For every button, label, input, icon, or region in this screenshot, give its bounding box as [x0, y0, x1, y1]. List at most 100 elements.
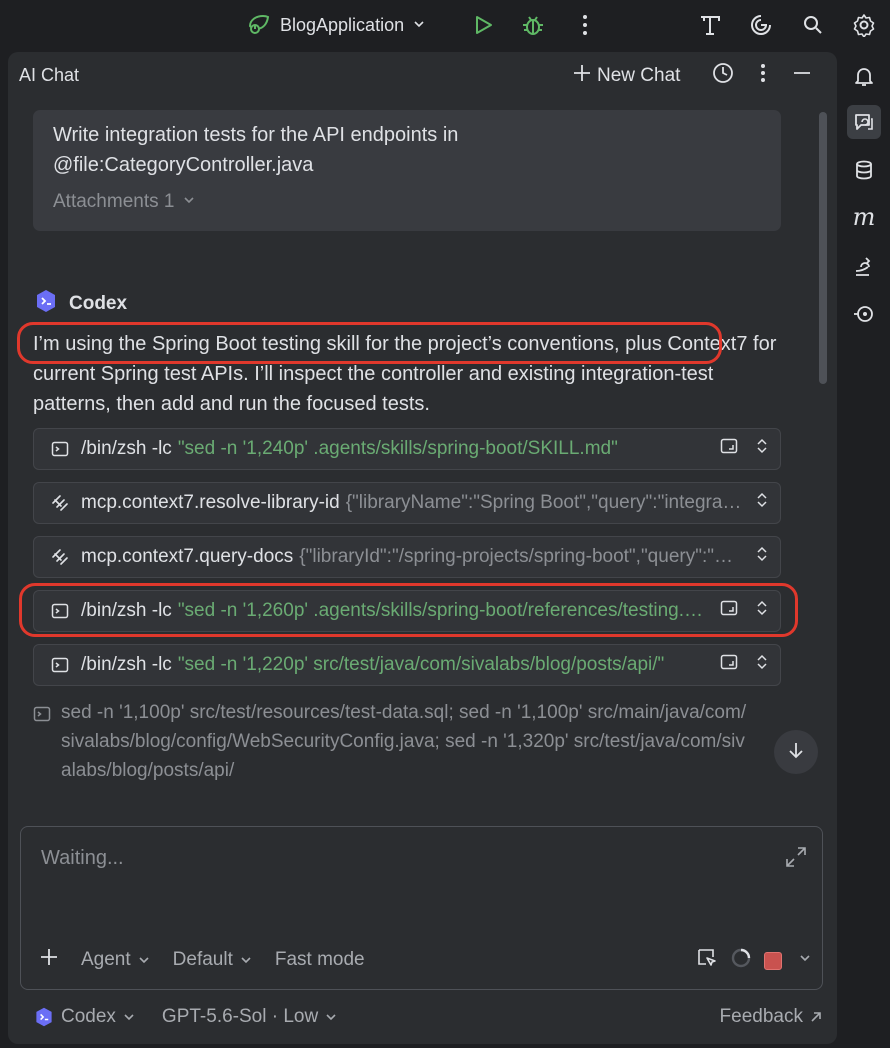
add-context-button[interactable] [39, 947, 59, 973]
file-mention[interactable]: @file:CategoryController.java [53, 150, 753, 180]
user-message-text: Write integration tests for the API endp… [53, 120, 753, 180]
select-element-icon[interactable] [696, 947, 718, 974]
chat-input-box[interactable]: Waiting... Agent Default Fast mode [20, 826, 823, 990]
terminal-icon [33, 698, 51, 785]
new-chat-label: New Chat [597, 65, 681, 86]
input-actions [696, 947, 812, 974]
version-control-icon[interactable] [850, 300, 878, 328]
tool-call-row[interactable]: /bin/zsh -lc "sed -n '1,260p' .agents/sk… [33, 590, 781, 632]
running-command-text: sed -n '1,100p' src/test/resources/test-… [61, 702, 747, 781]
run-configuration-selector[interactable]: BlogApplication [246, 10, 426, 40]
codex-logo-icon [36, 1007, 52, 1027]
database-icon[interactable] [850, 156, 878, 184]
feedback-label: Feedback [719, 1006, 803, 1027]
more-vertical-icon[interactable] [572, 12, 598, 38]
terminal-icon [49, 656, 71, 674]
expand-collapse-icon[interactable] [756, 437, 768, 461]
input-footer: Agent Default Fast mode [39, 947, 365, 973]
feedback-link[interactable]: Feedback [720, 1006, 823, 1028]
open-in-terminal-icon[interactable] [720, 653, 738, 677]
mcp-tool-icon [49, 548, 71, 566]
chevron-down-icon [412, 15, 426, 36]
minimize-button[interactable] [792, 63, 812, 89]
run-icon[interactable] [470, 12, 496, 38]
tool-command: mcp.context7.resolve-library-id [81, 492, 340, 513]
panel-options-button[interactable] [760, 63, 766, 89]
attachments-toggle[interactable]: Attachments 1 [53, 191, 196, 213]
chevron-down-icon [139, 957, 149, 964]
expand-collapse-icon[interactable] [756, 653, 768, 677]
run-configuration-label: BlogApplication [280, 14, 405, 35]
model-selector[interactable]: GPT-5.6-Sol · Low [162, 1006, 338, 1028]
search-icon[interactable] [800, 12, 826, 38]
tool-command: mcp.context7.query-docs [81, 546, 294, 567]
text-tool-icon[interactable] [697, 12, 723, 38]
chevron-down-icon [182, 191, 196, 213]
expand-collapse-icon[interactable] [756, 599, 768, 623]
user-message: Write integration tests for the API endp… [33, 110, 781, 231]
arrow-down-icon [786, 740, 806, 765]
codex-logo-icon [33, 288, 59, 320]
open-in-terminal-icon[interactable] [720, 437, 738, 461]
more-vertical-icon [760, 63, 766, 89]
ai-assistant-icon[interactable] [748, 12, 774, 38]
fast-mode-toggle[interactable]: Fast mode [275, 949, 365, 971]
tool-call-row[interactable]: /bin/zsh -lc "sed -n '1,220p' src/test/j… [33, 644, 781, 686]
expand-collapse-icon[interactable] [756, 545, 768, 569]
agent-label: Codex [61, 1006, 116, 1027]
tool-command: /bin/zsh -lc [81, 438, 172, 459]
top-toolbar: BlogApplication [0, 0, 890, 50]
assistant-message-text: I’m using the Spring Boot testing skill … [33, 329, 788, 419]
open-in-terminal-icon[interactable] [720, 599, 738, 623]
spring-boot-icon [246, 10, 272, 41]
terminal-icon [49, 440, 71, 458]
gear-icon[interactable] [851, 12, 877, 38]
model-label: GPT-5.6-Sol · Low [161, 1006, 319, 1027]
attachments-label: Attachments 1 [53, 191, 175, 212]
scroll-to-bottom-button[interactable] [774, 730, 818, 774]
stop-button[interactable] [764, 951, 782, 970]
tool-arguments: "sed -n '1,220p' src/test/java/com/sival… [177, 654, 665, 675]
chevron-down-icon [124, 1014, 134, 1021]
right-tool-strip: m [838, 50, 890, 1048]
maven-icon[interactable]: m [850, 203, 878, 231]
services-icon[interactable] [850, 252, 878, 280]
tool-arguments: "sed -n '1,240p' .agents/skills/spring-b… [177, 438, 618, 459]
mode-label: Agent [81, 949, 131, 970]
loading-spinner-icon [730, 947, 752, 974]
assistant-text-highlighted: I’m using the Spring Boot testing skill … [33, 333, 615, 355]
agent-selector[interactable]: Codex [33, 1006, 136, 1028]
chat-input-placeholder[interactable]: Waiting... [41, 847, 124, 870]
expand-icon[interactable] [784, 845, 808, 874]
mode-dropdown[interactable]: Agent [81, 949, 151, 971]
assistant-header: Codex [33, 288, 127, 320]
profile-label: Default [172, 949, 233, 970]
tool-arguments: "sed -n '1,260p' .agents/skills/spring-b… [177, 600, 710, 621]
tool-call-row[interactable]: mcp.context7.resolve-library-id {"librar… [33, 482, 781, 524]
tool-call-row[interactable]: /bin/zsh -lc "sed -n '1,240p' .agents/sk… [33, 428, 781, 470]
tool-command: /bin/zsh -lc [81, 600, 172, 621]
history-button[interactable] [712, 63, 734, 89]
running-command: sed -n '1,100p' src/test/resources/test-… [33, 698, 753, 785]
chevron-down-icon [241, 957, 251, 964]
chevron-down-icon [326, 1014, 336, 1021]
chat-status-bar: Codex GPT-5.6-Sol · Low Feedback [33, 1002, 823, 1032]
new-chat-button[interactable]: New Chat [573, 63, 680, 89]
ai-chat-icon[interactable] [847, 105, 881, 139]
clock-icon [712, 62, 734, 90]
terminal-icon [49, 602, 71, 620]
plus-icon [573, 64, 591, 88]
user-message-line: Write integration tests for the API endp… [53, 124, 459, 146]
debug-icon[interactable] [520, 12, 546, 38]
panel-title: AI Chat [19, 65, 80, 85]
expand-collapse-icon[interactable] [756, 491, 768, 515]
tool-arguments: {"libraryName":"Spring Boot","query":"in… [345, 492, 746, 513]
tool-command: /bin/zsh -lc [81, 654, 172, 675]
chevron-down-icon[interactable] [798, 951, 812, 970]
scrollbar[interactable] [819, 112, 827, 384]
tool-call-row[interactable]: mcp.context7.query-docs {"libraryId":"/s… [33, 536, 781, 578]
bell-icon[interactable] [850, 62, 878, 90]
tool-arguments: {"libraryId":"/spring-projects/spring-bo… [299, 546, 746, 567]
profile-dropdown[interactable]: Default [173, 949, 253, 971]
mcp-tool-icon [49, 494, 71, 512]
